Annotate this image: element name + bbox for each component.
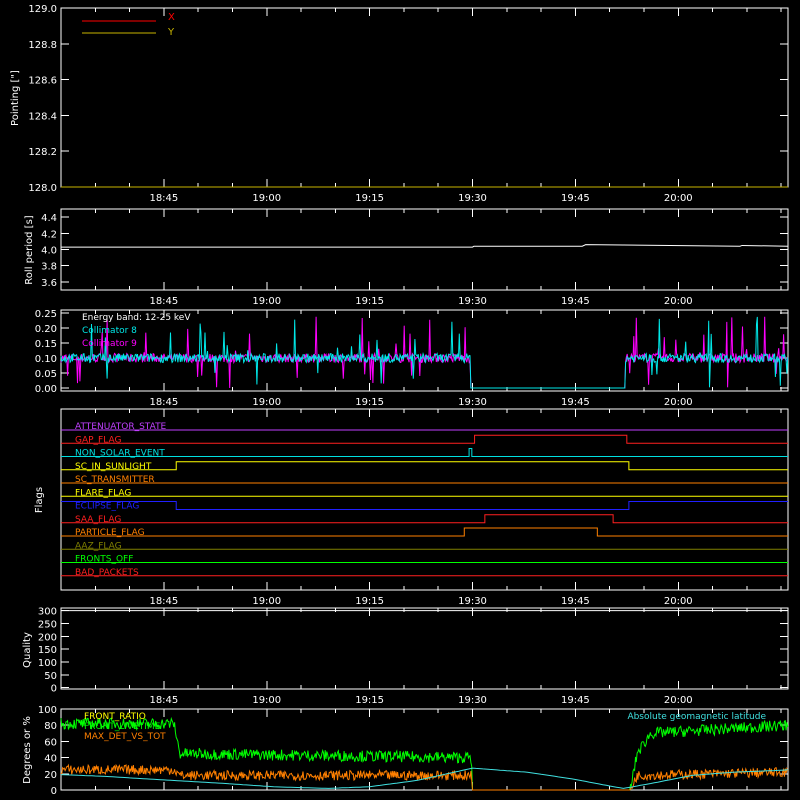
y-tick-label: 0.25	[35, 309, 57, 320]
y-tick-label: 20	[44, 770, 57, 781]
flag-label: PARTICLE_FLAG	[75, 528, 145, 538]
y-tick-label: 0	[51, 684, 57, 695]
x-tick-label: 18:45	[149, 596, 178, 607]
x-tick-label: 20:00	[664, 397, 693, 408]
legend-front-livetime: FRONT_LIVETIME	[84, 722, 161, 732]
y-tick-label: 3.8	[41, 262, 57, 273]
flag-label: GAP_FLAG	[75, 435, 121, 445]
legend-max-det-vs-tot: MAX_DET_VS_TOT	[84, 732, 166, 742]
degrees-ylabel: Degrees or %	[22, 716, 33, 784]
x-tick-label: 19:45	[561, 397, 590, 408]
x-tick-label: 19:30	[458, 296, 487, 307]
y-tick-label: 128.6	[28, 76, 57, 87]
x-tick-label: 18:45	[149, 296, 178, 307]
y-tick-label: 0.10	[35, 354, 57, 365]
flag-label: SAA_FLAG	[75, 515, 121, 525]
y-tick-label: 60	[44, 737, 57, 748]
x-tick-label: 19:30	[458, 193, 487, 204]
roll-period-ylabel: Roll period [s]	[24, 215, 35, 284]
y-tick-label: 150	[38, 645, 57, 656]
y-tick-label: 4.0	[41, 246, 57, 257]
x-tick-label: 19:45	[561, 193, 590, 204]
y-tick-label: 0.00	[35, 384, 57, 395]
y-tick-label: 80	[44, 721, 57, 732]
y-tick-label: 100	[38, 705, 57, 716]
legend-front-ratio: FRONT_RATIO	[84, 712, 146, 722]
x-tick-label: 20:00	[664, 296, 693, 307]
flag-label: ECLIPSE_FLAG	[75, 502, 139, 512]
legend-geomagnetic-latitude: Absolute geomagnetic latitude	[627, 712, 766, 722]
y-tick-label: 0.15	[35, 339, 57, 350]
x-tick-label: 19:30	[458, 596, 487, 607]
flag-label: SC_IN_SUNLIGHT	[75, 462, 152, 472]
y-tick-label: 50	[44, 671, 57, 682]
y-tick-label: 129.0	[28, 4, 57, 15]
flag-label: FRONTS_OFF	[75, 555, 133, 565]
flag-label: NON_SOLAR_EVENT	[75, 449, 165, 459]
legend-x-label: X	[168, 12, 175, 23]
flags-ylabel: Flags	[34, 487, 45, 513]
x-tick-label: 20:00	[664, 193, 693, 204]
flag-label: FLARE_FLAG	[75, 488, 131, 498]
y-tick-label: 4.2	[41, 229, 57, 240]
y-tick-label: 0.20	[35, 324, 57, 335]
legend-collimator-8: Collimator 8	[82, 326, 137, 336]
x-tick-label: 19:45	[561, 596, 590, 607]
x-tick-label: 19:15	[355, 397, 384, 408]
y-tick-label: 250	[38, 619, 57, 630]
y-tick-label: 200	[38, 632, 57, 643]
pointing-ylabel: Pointing ["]	[10, 70, 21, 126]
x-tick-label: 19:30	[458, 397, 487, 408]
flag-label: AAZ_FLAG	[75, 541, 122, 551]
x-tick-label: 20:00	[664, 695, 693, 706]
x-tick-label: 19:30	[458, 695, 487, 706]
energy-band-label: Energy band: 12-25 keV	[82, 313, 191, 323]
x-tick-label: 19:15	[355, 296, 384, 307]
flag-label: BAD_PACKETS	[75, 568, 139, 578]
quality-ylabel: Quality	[22, 632, 33, 668]
legend-y-label: Y	[167, 27, 175, 38]
y-tick-label: 3.6	[41, 278, 57, 289]
legend-collimator-9: Collimator 9	[82, 339, 137, 349]
y-tick-label: 4.4	[41, 213, 57, 224]
x-tick-label: 18:45	[149, 193, 178, 204]
y-tick-label: 300	[38, 607, 57, 618]
y-tick-label: 0.05	[35, 369, 57, 380]
y-tick-label: 100	[38, 658, 57, 669]
y-tick-label: 0	[51, 786, 57, 797]
x-tick-label: 19:15	[355, 695, 384, 706]
y-tick-label: 40	[44, 754, 57, 765]
flag-label: ATTENUATOR_STATE	[75, 422, 167, 432]
y-tick-label: 128.0	[28, 183, 57, 194]
x-tick-label: 20:00	[664, 596, 693, 607]
x-tick-label: 19:00	[252, 695, 281, 706]
flag-label: SC_TRANSMITTER	[75, 475, 155, 485]
x-tick-label: 19:45	[561, 296, 590, 307]
x-tick-label: 19:00	[252, 296, 281, 307]
x-tick-label: 19:15	[355, 596, 384, 607]
x-tick-label: 19:45	[561, 695, 590, 706]
y-tick-label: 128.2	[28, 147, 57, 158]
x-tick-label: 19:00	[252, 397, 281, 408]
x-tick-label: 18:45	[149, 397, 178, 408]
x-tick-label: 19:00	[252, 193, 281, 204]
x-tick-label: 19:00	[252, 596, 281, 607]
y-tick-label: 128.8	[28, 40, 57, 51]
y-tick-label: 128.4	[28, 111, 57, 122]
rhessi-quicklook-chart: Pointing ["] 128.0 128.2 128.4 128.6 128.8 12…	[0, 0, 800, 800]
x-tick-label: 18:45	[149, 695, 178, 706]
x-tick-label: 19:15	[355, 193, 384, 204]
